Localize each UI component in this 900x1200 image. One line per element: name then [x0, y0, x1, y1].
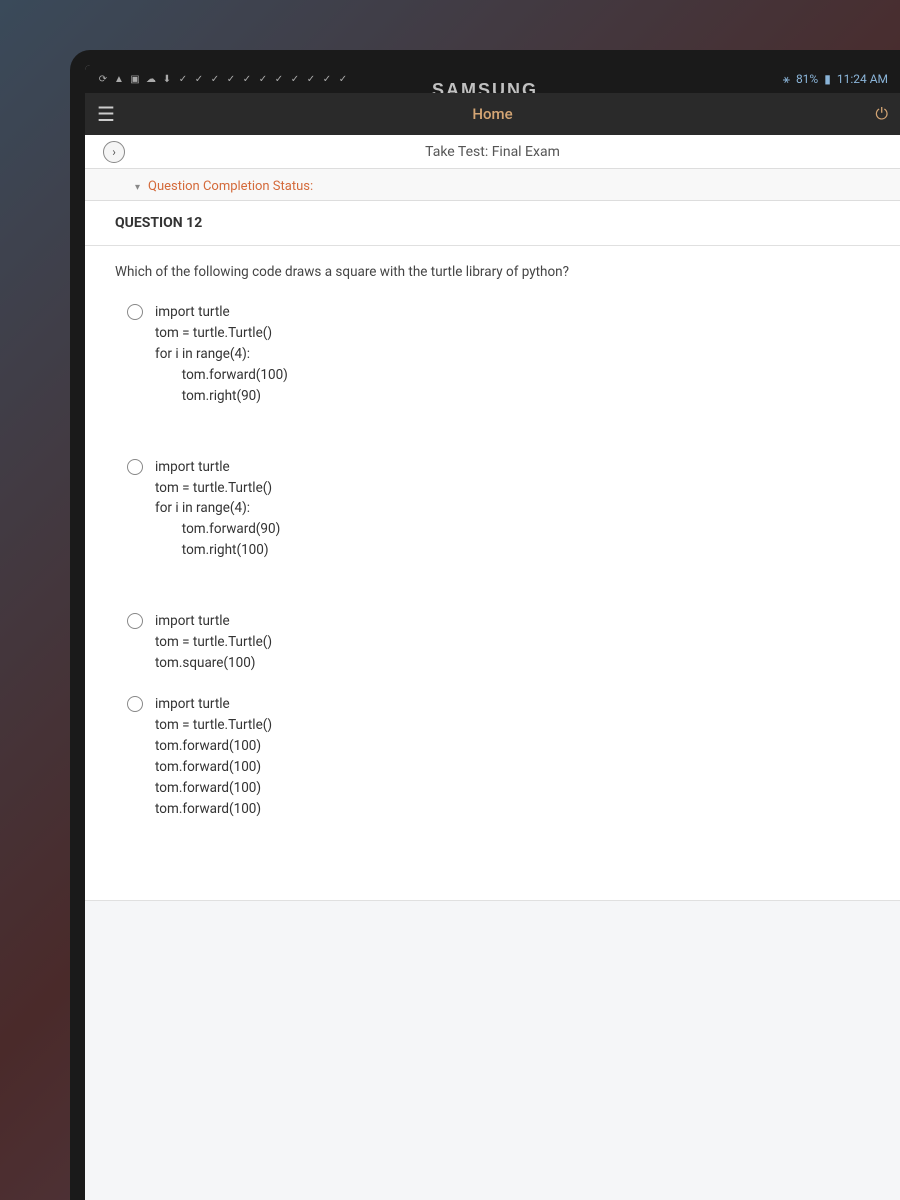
app-title: Home: [472, 105, 512, 123]
app-icon: ▣: [129, 73, 141, 85]
nav-forward-button[interactable]: ›: [103, 141, 125, 163]
completion-status-label[interactable]: Question Completion Status:: [148, 179, 313, 194]
check-icon: ✓: [305, 73, 317, 85]
tablet-frame: SAMSUNG ⟳ ▲ ▣ ☁ ⬇ ✓ ✓ ✓ ✓ ✓ ✓ ✓ ✓ ✓ ✓ ✓: [70, 50, 900, 1200]
menu-icon[interactable]: ☰: [97, 102, 115, 126]
answer-text: import turtle tom = turtle.Turtle() tom.…: [155, 611, 272, 674]
answer-text: import turtle tom = turtle.Turtle() for …: [155, 457, 280, 562]
question-body: Which of the following code draws a squa…: [85, 246, 900, 900]
answer-option-b[interactable]: import turtle tom = turtle.Turtle() for …: [115, 457, 870, 562]
question-block: QUESTION 12 Which of the following code …: [85, 201, 900, 901]
reload-icon: ⟳: [97, 73, 109, 85]
radio-button[interactable]: [127, 613, 143, 629]
status-left-icons: ⟳ ▲ ▣ ☁ ⬇ ✓ ✓ ✓ ✓ ✓ ✓ ✓ ✓ ✓ ✓ ✓: [97, 73, 349, 85]
check-icon: ✓: [321, 73, 333, 85]
page-subtitle: Take Test: Final Exam: [425, 144, 560, 160]
radio-button[interactable]: [127, 459, 143, 475]
wifi-icon: ⚹: [783, 72, 790, 87]
check-icon: ✓: [193, 73, 205, 85]
app-header: ☰ Home ⏻: [85, 93, 900, 135]
question-number: QUESTION 12: [85, 201, 900, 246]
battery-percentage: 81%: [796, 72, 818, 86]
chevron-down-icon[interactable]: ▾: [135, 182, 140, 193]
check-icon: ✓: [177, 73, 189, 85]
question-prompt: Which of the following code draws a squa…: [115, 264, 870, 280]
radio-button[interactable]: [127, 696, 143, 712]
cloud-icon: ☁: [145, 73, 157, 85]
subtitle-bar: › Take Test: Final Exam: [85, 135, 900, 169]
check-icon: ✓: [225, 73, 237, 85]
check-icon: ✓: [337, 73, 349, 85]
check-icon: ✓: [273, 73, 285, 85]
check-icon: ✓: [241, 73, 253, 85]
warning-icon: ▲: [113, 73, 125, 85]
answer-text: import turtle tom = turtle.Turtle() for …: [155, 302, 288, 407]
screen: ⟳ ▲ ▣ ☁ ⬇ ✓ ✓ ✓ ✓ ✓ ✓ ✓ ✓ ✓ ✓ ✓ ⚹ 81% ▮: [85, 65, 900, 1200]
check-icon: ✓: [289, 73, 301, 85]
power-icon[interactable]: ⏻: [875, 104, 888, 124]
battery-icon: ▮: [824, 72, 831, 86]
status-right: ⚹ 81% ▮ 11:24 AM: [783, 72, 888, 87]
answer-option-c[interactable]: import turtle tom = turtle.Turtle() tom.…: [115, 611, 870, 674]
answer-text: import turtle tom = turtle.Turtle() tom.…: [155, 694, 272, 820]
check-icon: ✓: [257, 73, 269, 85]
check-icon: ✓: [209, 73, 221, 85]
radio-button[interactable]: [127, 304, 143, 320]
clock-time: 11:24 AM: [837, 72, 888, 86]
download-icon: ⬇: [161, 73, 173, 85]
answer-option-d[interactable]: import turtle tom = turtle.Turtle() tom.…: [115, 694, 870, 820]
answer-option-a[interactable]: import turtle tom = turtle.Turtle() for …: [115, 302, 870, 407]
chevron-right-icon: ›: [112, 145, 116, 159]
completion-status-bar: ▾ Question Completion Status:: [85, 169, 900, 201]
content-area: QUESTION 12 Which of the following code …: [85, 201, 900, 1200]
